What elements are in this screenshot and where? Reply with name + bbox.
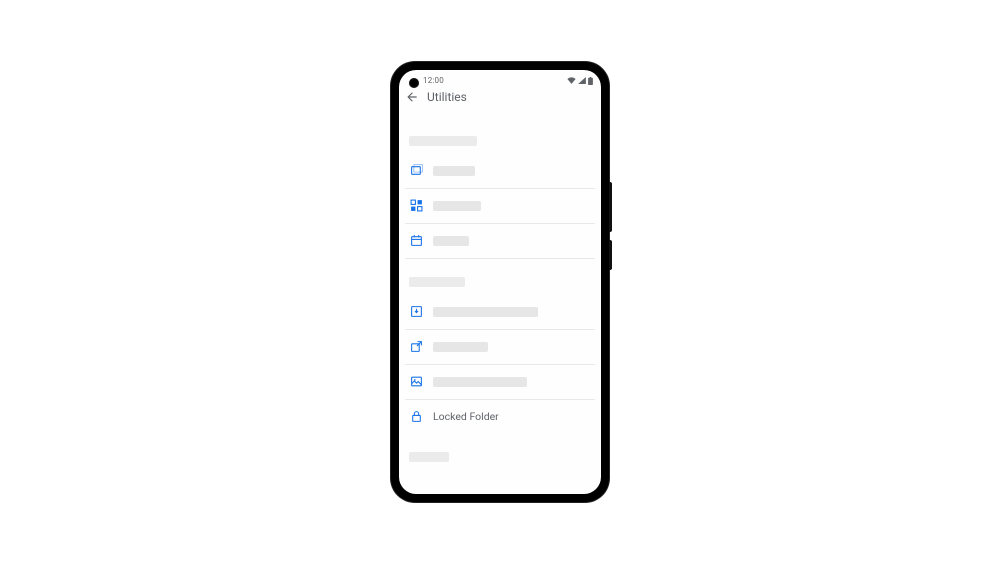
list-item[interactable] bbox=[405, 189, 595, 224]
item-label-placeholder bbox=[433, 342, 488, 352]
screen: 12:00 Utilities bbox=[399, 70, 601, 494]
item-label-placeholder bbox=[433, 236, 469, 246]
section-header bbox=[409, 277, 465, 287]
wifi-icon bbox=[567, 77, 576, 84]
grid-icon bbox=[409, 199, 423, 213]
export-icon bbox=[409, 340, 423, 354]
status-bar: 12:00 bbox=[399, 70, 601, 92]
arrow-left-icon bbox=[405, 90, 419, 104]
lock-icon bbox=[409, 410, 423, 424]
item-label-placeholder bbox=[433, 166, 475, 176]
page-title: Utilities bbox=[427, 90, 467, 104]
item-label-placeholder bbox=[433, 307, 538, 317]
frame-icon bbox=[409, 164, 423, 178]
download-box-icon bbox=[409, 305, 423, 319]
section-header bbox=[409, 452, 449, 462]
volume-button bbox=[609, 182, 612, 232]
list-item[interactable] bbox=[405, 365, 595, 400]
item-label-placeholder bbox=[433, 377, 527, 387]
calendar-icon bbox=[409, 234, 423, 248]
section-header bbox=[409, 136, 477, 146]
item-label: Locked Folder bbox=[433, 410, 499, 423]
list-item[interactable] bbox=[405, 224, 595, 259]
cellular-icon bbox=[578, 77, 586, 84]
list-item-locked-folder[interactable]: Locked Folder bbox=[405, 400, 595, 434]
list-item[interactable] bbox=[405, 154, 595, 189]
battery-icon bbox=[588, 77, 593, 85]
power-button bbox=[609, 240, 612, 270]
content: Locked Folder bbox=[399, 136, 601, 462]
list-item[interactable] bbox=[405, 330, 595, 365]
phone-frame: 12:00 Utilities bbox=[391, 62, 609, 502]
back-button[interactable] bbox=[405, 90, 419, 104]
list-item[interactable] bbox=[405, 295, 595, 330]
front-camera bbox=[409, 78, 419, 88]
status-time: 12:00 bbox=[423, 76, 444, 85]
image-icon bbox=[409, 375, 423, 389]
status-icons bbox=[567, 77, 593, 85]
item-label-placeholder bbox=[433, 201, 481, 211]
